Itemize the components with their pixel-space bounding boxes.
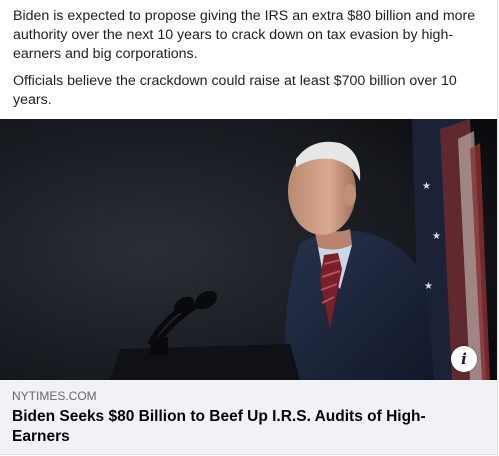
link-domain: NYTIMES.COM xyxy=(12,389,97,403)
post-paragraph-1: Biden is expected to propose giving the … xyxy=(13,8,476,62)
link-preview[interactable]: NYTIMES.COM Biden Seeks $80 Billion to B… xyxy=(0,380,497,454)
post-paragraph-2: Officials believe the crackdown could ra… xyxy=(13,73,457,108)
info-icon[interactable]: i xyxy=(451,346,477,372)
photo-illustration: ★ ★ ★ xyxy=(0,119,497,380)
article-photo[interactable]: ★ ★ ★ i xyxy=(0,119,497,380)
svg-text:★: ★ xyxy=(432,231,441,242)
post-card: Biden is expected to propose giving the … xyxy=(0,0,498,455)
svg-text:★: ★ xyxy=(422,181,431,192)
link-title[interactable]: Biden Seeks $80 Billion to Beef Up I.R.S… xyxy=(12,407,472,447)
post-message: Biden is expected to propose giving the … xyxy=(13,7,487,118)
